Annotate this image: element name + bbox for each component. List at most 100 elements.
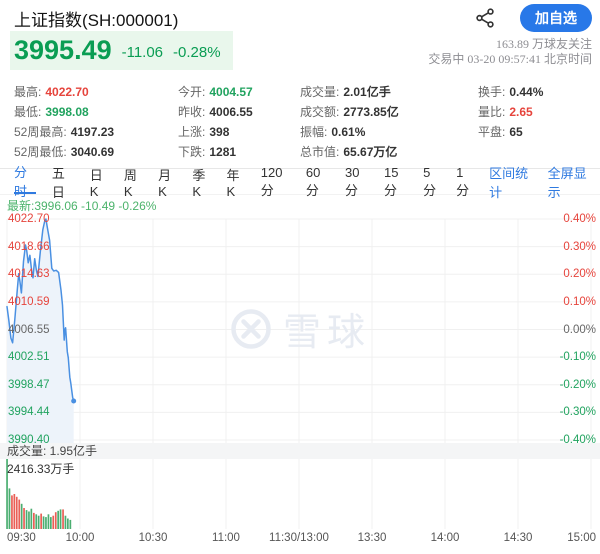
followers-count: 163.89 万球友关注 [495,37,592,51]
stat-market-cap: 总市值: 65.67万亿 [300,145,398,159]
stat-volume: 成交量: 2.01亿手 [300,85,391,99]
volume-bar [35,514,38,529]
volume-bar [42,516,45,529]
stats-column-4: 换手: 0.44% 量比: 2.65 平盘: 65 [478,82,594,162]
volume-bar [40,513,42,529]
volume-current-label: 成交量: 1.95亿手 [7,444,98,458]
fullscreen-link[interactable]: 全屏显示 [548,166,590,200]
volume-bar [8,488,11,529]
tab-15min[interactable]: 15分 [384,165,407,198]
chart-tabbar: 分时 五日 日K 周K 月K 季K 年K 120分 60分 30分 15分 5分… [0,165,600,200]
stat-52w-high: 52周最高: 4197.23 [14,125,115,139]
stat-decliners: 下跌: 1281 [178,145,237,159]
volume-bar [54,512,57,529]
volume-bar [15,496,18,529]
percent-axis-label: -0.20% [559,378,596,391]
intraday-chart[interactable]: 雪球 4022.70 4018.66 4014.63 4010.59 4006.55 40… [0,213,600,554]
time-axis-label: 11:00 [212,532,240,544]
volume-bar [69,519,72,529]
tab-1min[interactable]: 1分 [456,165,473,198]
volume-bar [11,495,13,529]
time-axis-label: 10:00 [65,532,95,544]
stats-column-3: 成交量: 2.01亿手 成交额: 2773.85亿 振幅: 0.61% 总市值: 65.… [300,82,478,162]
stat-high: 最高: 4022.70 [14,85,89,99]
stats-grid: 最高: 4022.70 最低: 3998.08 52周最高: 4197.23 52周最… [14,82,594,162]
stat-turnover-rate: 换手: 0.44% [478,85,544,99]
volume-bar [67,518,69,529]
volume-bar [20,503,23,529]
volume-bar [57,510,59,529]
price-axis-label: 4018.66 [8,240,50,253]
quote-box: 3995.49 -11.06 -0.28% [10,31,233,70]
price-axis-label: 4022.70 [8,213,50,225]
time-axis-label: 14:30 [503,532,533,544]
time-axis-label: 09:30 [7,532,36,544]
stat-volume-ratio: 量比: 2.65 [478,105,533,119]
tab-quarterly-k[interactable]: 季K [192,168,210,199]
tab-5min[interactable]: 5分 [423,165,440,198]
chart-canvas[interactable] [0,213,600,546]
price-axis-label: 4002.51 [8,351,50,364]
volume-bar [59,509,62,529]
share-icon[interactable] [474,7,496,29]
price-axis-label: 3998.47 [8,378,50,391]
stat-prev-close: 昨收: 4006.55 [178,105,253,119]
percent-axis-label: -0.10% [559,351,596,364]
tab-5day[interactable]: 五日 [52,166,74,200]
percent-axis-label: 0.40% [563,213,596,225]
percent-axis-label: 0.30% [563,240,596,253]
percent-axis-label: 0.20% [563,268,596,281]
time-axis-label: 15:00 [567,532,596,544]
volume-bar [33,512,35,529]
page-title: 上证指数(SH:000001) [14,11,179,30]
tab-monthly-k[interactable]: 月K [158,168,176,199]
volume-bar [50,517,52,529]
range-stats-link[interactable]: 区间统计 [489,166,531,200]
percent-axis-label: -0.40% [559,434,596,446]
percent-axis-label: 0.10% [563,295,596,308]
time-axis-label: 13:30 [357,532,387,544]
volume-bar [64,515,67,529]
time-axis-label: 14:00 [430,532,460,544]
add-watchlist-button[interactable]: 加自选 [520,4,592,32]
price-change-percent: -0.28% [173,44,221,61]
volume-bar [37,515,40,529]
percent-axis-label: -0.30% [559,406,596,419]
page-header: 上证指数(SH:000001) 加自选 [0,0,600,34]
stats-column-1: 最高: 4022.70 最低: 3998.08 52周最高: 4197.23 52周最… [14,82,178,162]
tab-yearly-k[interactable]: 年K [227,168,245,199]
time-axis-label: 11:30/13:00 [269,532,329,544]
stat-advancers: 上涨: 398 [178,125,230,139]
price-axis-label: 4006.55 [8,323,50,336]
price-change: -11.06 [121,44,164,61]
price-line-end-dot [71,398,77,404]
stats-column-2: 今开: 4004.57 昨收: 4006.55 上涨: 398 下跌: 1281 [178,82,300,162]
tab-120min[interactable]: 120分 [261,165,290,198]
stat-amplitude: 振幅: 0.61% [300,125,366,139]
volume-bar [13,494,16,529]
stat-open: 今开: 4004.57 [178,85,253,99]
stat-low: 最低: 3998.08 [14,105,89,119]
price-axis-label: 3994.44 [8,406,50,419]
volume-bar [30,508,33,529]
tab-30min[interactable]: 30分 [345,165,368,198]
volume-bar [62,509,64,529]
current-price: 3995.49 [14,35,112,65]
volume-bar [23,508,25,529]
tab-daily-k[interactable]: 日K [90,168,108,199]
volume-bar [18,499,21,529]
tab-weekly-k[interactable]: 周K [124,168,142,199]
tab-minute[interactable]: 分时 [14,165,36,199]
price-axis-label: 4014.63 [8,268,50,281]
quote-meta: 163.89 万球友关注 交易中 03-20 09:57:41 北京时间 [428,37,592,67]
stat-turnover: 成交额: 2773.85亿 [300,105,399,119]
price-axis-label: 4010.59 [8,295,50,308]
tab-60min[interactable]: 60分 [306,165,329,198]
volume-bar [47,514,50,529]
session-status: 交易中 03-20 09:57:41 北京时间 [428,52,592,66]
stat-flat: 平盘: 65 [478,125,523,139]
time-axis-label: 10:30 [138,532,168,544]
volume-bar [25,510,28,529]
volume-bar [45,517,47,529]
stat-52w-low: 52周最低: 3040.69 [14,145,115,159]
